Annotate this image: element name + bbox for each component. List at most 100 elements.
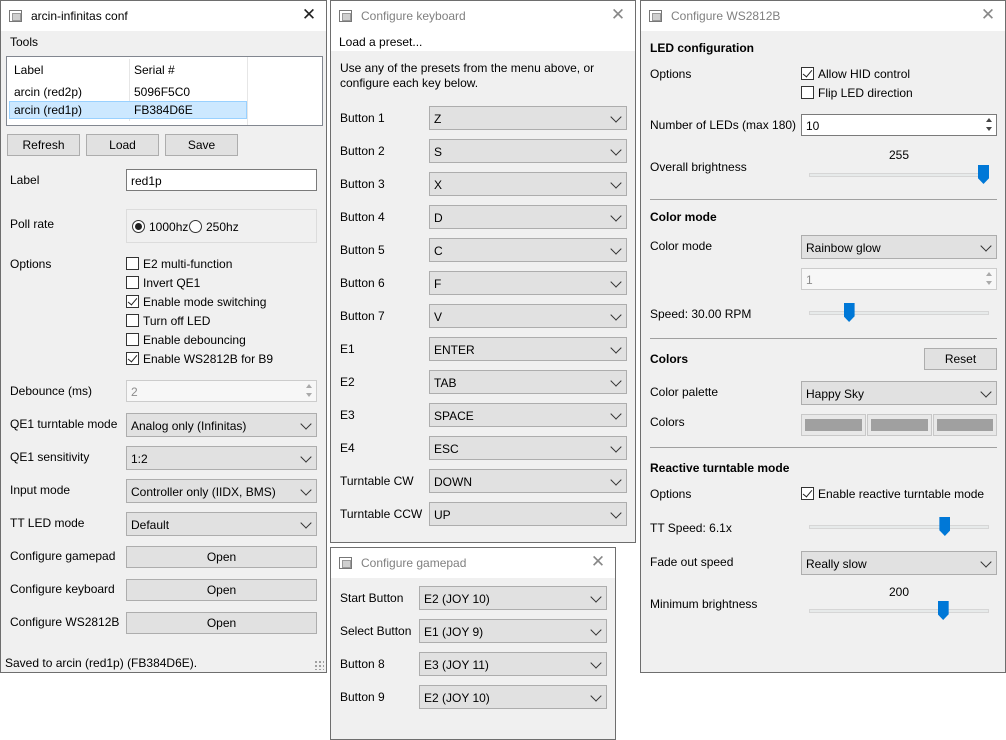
slider-thumb[interactable]: [978, 165, 989, 184]
color-swatch-3[interactable]: [933, 414, 997, 436]
select-value: F: [434, 277, 442, 291]
color-mode-select[interactable]: Rainbow glow: [801, 235, 997, 259]
tt-led-mode-select[interactable]: Default: [126, 512, 317, 536]
save-button[interactable]: Save: [165, 134, 238, 156]
chevron-down-icon: [610, 243, 622, 255]
num-leds-spinbox[interactable]: 10: [801, 114, 997, 136]
checkbox-box: [801, 67, 814, 80]
spin-up-icon[interactable]: [303, 382, 315, 391]
tt-speed-slider[interactable]: [809, 517, 989, 537]
close-icon[interactable]: ✕: [292, 1, 326, 31]
radio-dot: [189, 220, 202, 233]
checkbox-label: Enable mode switching: [143, 295, 267, 309]
overall-brightness-slider[interactable]: [809, 165, 989, 185]
color-mode-spinbox[interactable]: 1: [801, 268, 997, 290]
row-serial: 5096F5C0: [134, 85, 191, 99]
speed-slider[interactable]: [809, 303, 989, 323]
key-select[interactable]: S: [429, 139, 627, 163]
table-row[interactable]: arcin (red2p) 5096F5C0: [9, 83, 247, 101]
table-row-selected[interactable]: arcin (red1p) FB384D6E: [9, 101, 247, 119]
configure-keyboard-caption: Configure keyboard: [10, 582, 115, 596]
reactive-options-caption: Options: [650, 487, 692, 501]
key-select[interactable]: C: [429, 238, 627, 262]
select-value: Really slow: [806, 557, 867, 571]
label-caption: Label: [10, 173, 40, 187]
spin-up-icon[interactable]: [983, 270, 995, 279]
color-swatch-2[interactable]: [867, 414, 932, 436]
key-select[interactable]: SPACE: [429, 403, 627, 427]
chevron-down-icon: [610, 210, 622, 222]
ws2812b-titlebar[interactable]: Configure WS2812B ✕: [641, 1, 1005, 31]
key-select[interactable]: X: [429, 172, 627, 196]
label-input[interactable]: red1p: [126, 169, 317, 191]
min-brightness-slider[interactable]: [809, 601, 989, 621]
select-value: V: [434, 310, 443, 324]
slider-thumb[interactable]: [843, 303, 855, 322]
debounce-value: 2: [131, 385, 138, 399]
row-label: arcin (red1p): [14, 103, 83, 117]
ws2812b-window-title: Configure WS2812B: [671, 9, 781, 23]
spin-down-icon[interactable]: [983, 279, 995, 288]
slider-track: [809, 311, 989, 315]
open-gamepad-button[interactable]: Open: [126, 546, 317, 568]
close-icon[interactable]: ✕: [581, 548, 615, 578]
open-ws2812b-button[interactable]: Open: [126, 612, 317, 634]
key-label: E2: [340, 375, 355, 389]
select-value: S: [434, 145, 443, 159]
color-mode-spin-value: 1: [806, 273, 813, 287]
close-icon[interactable]: ✕: [971, 1, 1005, 31]
menu-load-preset[interactable]: Load a preset...: [339, 35, 422, 49]
checkbox-label: Allow HID control: [818, 67, 911, 81]
key-select[interactable]: V: [429, 304, 627, 328]
key-label: Button 3: [340, 177, 385, 191]
key-select[interactable]: ENTER: [429, 337, 627, 361]
open-keyboard-button[interactable]: Open: [126, 579, 317, 601]
key-select[interactable]: TAB: [429, 370, 627, 394]
slider-thumb[interactable]: [937, 601, 949, 620]
color-swatch-1[interactable]: [801, 414, 866, 436]
main-titlebar[interactable]: arcin-infinitas conf ✕: [1, 1, 326, 31]
key-select[interactable]: F: [429, 271, 627, 295]
label-input-value: red1p: [131, 174, 162, 188]
key-select[interactable]: DOWN: [429, 469, 627, 493]
spin-down-icon[interactable]: [983, 125, 995, 134]
row-label: arcin (red2p): [14, 85, 83, 99]
qe1-sensitivity-select[interactable]: 1:2: [126, 446, 317, 470]
checkbox-box: [126, 257, 139, 270]
configure-gamepad-caption: Configure gamepad: [10, 549, 116, 563]
key-select[interactable]: ESC: [429, 436, 627, 460]
key-select[interactable]: UP: [429, 502, 627, 526]
column-header-label[interactable]: Label: [14, 63, 43, 77]
key-select[interactable]: E1 (JOY 9): [419, 619, 607, 643]
key-select[interactable]: E2 (JOY 10): [419, 586, 607, 610]
spin-up-icon[interactable]: [983, 116, 995, 125]
key-select[interactable]: Z: [429, 106, 627, 130]
num-leds-value: 10: [806, 119, 820, 133]
checkbox-box: [801, 487, 814, 500]
column-header-serial[interactable]: Serial #: [134, 63, 175, 77]
gamepad-window-title: Configure gamepad: [361, 556, 467, 570]
divider: [650, 199, 997, 200]
select-value: DOWN: [434, 475, 472, 489]
slider-thumb[interactable]: [939, 517, 951, 536]
poll-rate-caption: Poll rate: [10, 217, 55, 231]
reset-button[interactable]: Reset: [924, 348, 997, 370]
key-select[interactable]: D: [429, 205, 627, 229]
fade-out-speed-select[interactable]: Really slow: [801, 551, 997, 575]
close-icon[interactable]: ✕: [601, 1, 635, 31]
qe1-turntable-mode-select[interactable]: Analog only (Infinitas): [126, 413, 317, 437]
key-select[interactable]: E2 (JOY 10): [419, 685, 607, 709]
menu-tools[interactable]: Tools: [10, 35, 38, 49]
resize-grip-icon[interactable]: [314, 660, 324, 670]
chevron-down-icon: [590, 624, 602, 636]
gamepad-titlebar[interactable]: Configure gamepad ✕: [331, 548, 615, 578]
spin-down-icon[interactable]: [303, 391, 315, 400]
keyboard-titlebar[interactable]: Configure keyboard ✕: [331, 1, 635, 31]
key-select[interactable]: E3 (JOY 11): [419, 652, 607, 676]
load-button[interactable]: Load: [86, 134, 159, 156]
debounce-spinbox[interactable]: 2: [126, 380, 317, 402]
input-mode-select[interactable]: Controller only (IIDX, BMS): [126, 479, 317, 503]
color-palette-select[interactable]: Happy Sky: [801, 381, 997, 405]
refresh-button[interactable]: Refresh: [7, 134, 80, 156]
device-table[interactable]: Label Serial # arcin (red2p) 5096F5C0 ar…: [6, 56, 323, 126]
